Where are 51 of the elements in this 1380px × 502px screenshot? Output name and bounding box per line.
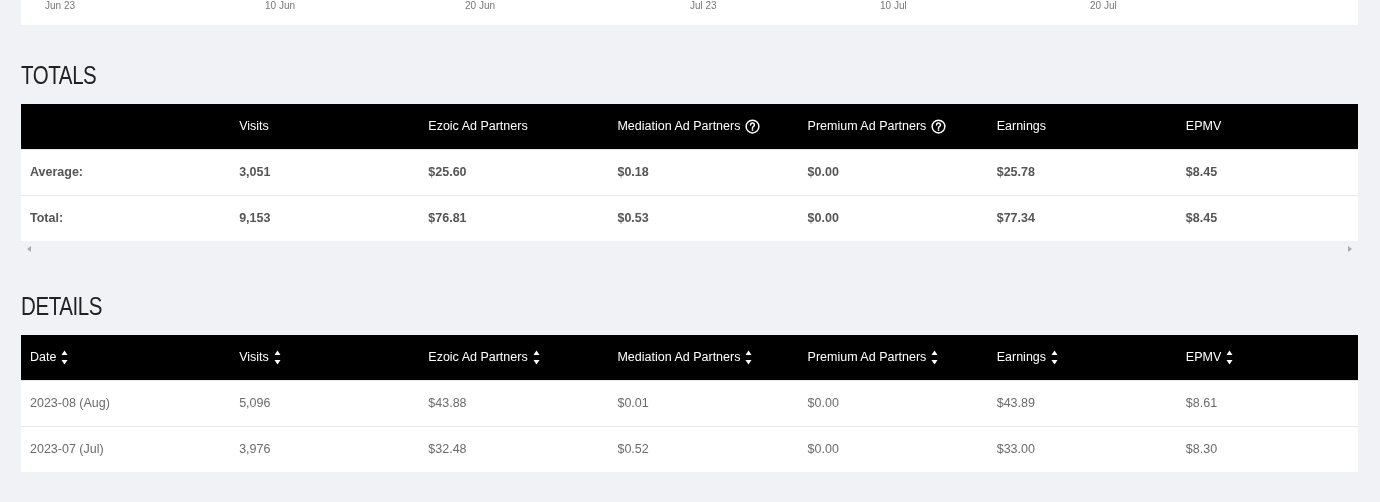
sort-icon[interactable] (532, 349, 540, 365)
table-cell: 3,976 (230, 426, 420, 472)
column-header: Visits (239, 117, 269, 135)
help-icon[interactable] (745, 118, 761, 134)
axis-label: 20 Jun (465, 1, 497, 11)
sort-icon[interactable] (931, 349, 939, 365)
table-cell: $0.00 (798, 149, 988, 195)
table-cell: Average: (21, 149, 231, 195)
table-cell: $43.88 (419, 380, 609, 426)
table-cell: $0.52 (608, 426, 799, 472)
column-header: Premium Ad Partners (807, 117, 927, 135)
column-header: Earnings (996, 117, 1047, 135)
table-cell: $0.00 (798, 380, 988, 426)
section-heading: DETAILS (21, 291, 104, 321)
column-header[interactable]: Date (30, 347, 57, 367)
table-cell: 5,096 (230, 380, 420, 426)
table-cell: 3,051 (230, 149, 420, 195)
column-header[interactable]: Mediation Ad Partners (617, 347, 741, 367)
table-cell: $0.18 (608, 149, 799, 195)
sort-icon[interactable] (61, 349, 69, 365)
column-header: Mediation Ad Partners (617, 117, 741, 135)
table-cell: $8.45 (1176, 149, 1358, 195)
table-cell: $0.00 (798, 426, 988, 472)
sort-icon[interactable] (1051, 349, 1059, 365)
table-cell: $43.89 (987, 380, 1177, 426)
column-header[interactable]: Ezoic Ad Partners (428, 347, 528, 367)
column-header[interactable]: EPMV (1185, 347, 1222, 367)
table-cell: $8.30 (1176, 426, 1358, 472)
axis-label: 10 Jun (265, 1, 297, 11)
table-cell: 2023-08 (Aug) (21, 380, 231, 426)
column-header[interactable]: Premium Ad Partners (807, 347, 927, 367)
table-cell: $32.48 (419, 426, 609, 472)
column-header[interactable]: Visits (239, 347, 269, 367)
sort-icon[interactable] (745, 349, 753, 365)
axis-label: 10 Jul (880, 1, 908, 11)
axis-label: Jun 23 (45, 1, 77, 11)
table-cell: $25.60 (419, 149, 609, 195)
section-heading: TOTALS (21, 60, 98, 90)
table-cell: $8.61 (1176, 380, 1358, 426)
help-icon[interactable] (931, 118, 947, 134)
column-header: EPMV (1185, 117, 1222, 135)
column-header: Ezoic Ad Partners (428, 117, 528, 135)
sort-icon[interactable] (1226, 349, 1234, 365)
table-cell: 2023-07 (Jul) (21, 426, 231, 472)
table-cell: $0.01 (608, 380, 799, 426)
table-cell: $25.78 (987, 149, 1177, 195)
axis-label: 20 Jul (1090, 1, 1118, 11)
axis-label: Jul 23 (690, 1, 718, 11)
column-header[interactable]: Earnings (996, 347, 1047, 367)
sort-icon[interactable] (273, 349, 281, 365)
table-cell: $33.00 (987, 426, 1177, 472)
